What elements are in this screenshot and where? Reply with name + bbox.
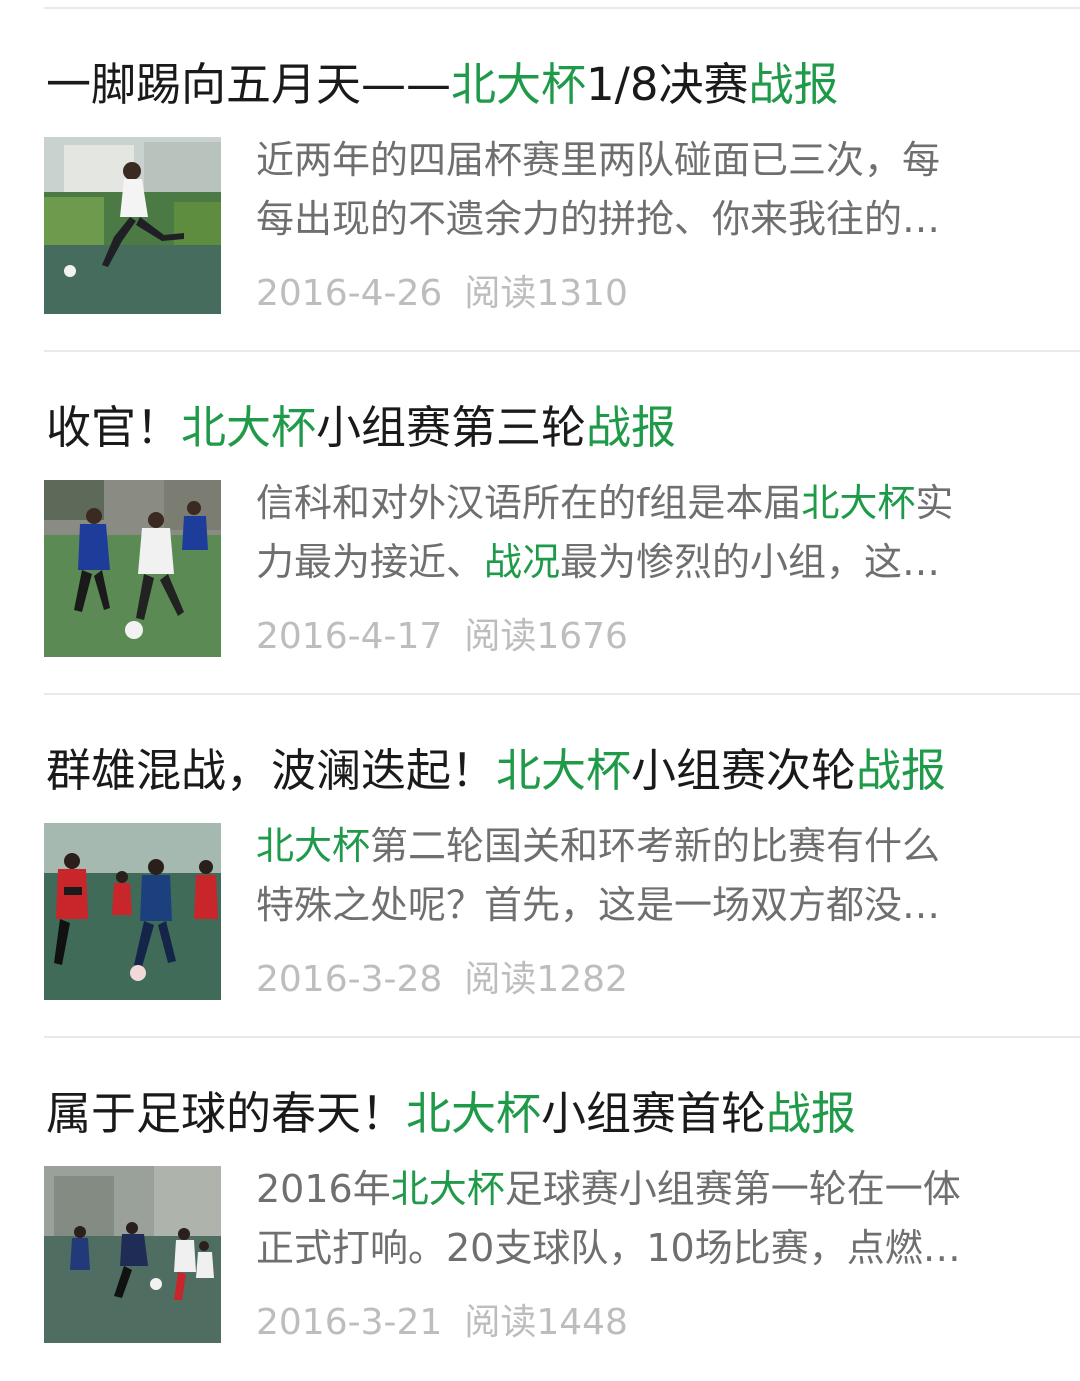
title-keyword: 战报 — [586, 401, 677, 454]
summary-text: 实 — [915, 481, 954, 525]
soccer-photo-icon — [44, 137, 221, 314]
summary-keyword: 战况 — [484, 540, 561, 584]
article-summary: 2016年北大杯足球赛小组赛第一轮在一体 正式打响。20支球队，10场比赛，点燃… — [256, 1160, 1046, 1278]
article-title[interactable]: 一脚踢向五月天——北大杯1/8决赛战报 — [46, 53, 838, 117]
article-thumbnail[interactable] — [44, 823, 221, 1000]
title-segment: 1/8决赛 — [586, 58, 749, 111]
article-summary: 近两年的四届杯赛里两队碰面已三次，每 每出现的不遗余力的拼抢、你来我往的… — [256, 131, 1046, 249]
article-date: 2016-3-21 — [256, 1302, 443, 1343]
title-segment: 小组赛第三轮 — [316, 401, 587, 454]
summary-text: 力最为接近、 — [256, 540, 485, 584]
summary-text: 2016年 — [256, 1167, 391, 1211]
article-read-count: 阅读1448 — [464, 1302, 628, 1343]
summary-line: 2016年北大杯足球赛小组赛第一轮在一体 — [256, 1160, 1046, 1219]
summary-text: 第二轮国关和环考新的比赛有什么 — [370, 824, 941, 868]
article-meta: 2016-3-28 阅读1282 — [256, 953, 628, 1007]
summary-text: 特殊之处呢？首先，这是一场双方都没… — [256, 883, 941, 927]
article-item[interactable]: 一脚踢向五月天——北大杯1/8决赛战报 近两年的四届杯赛里两队碰面已三次，每 每… — [0, 9, 1080, 352]
summary-line: 北大杯第二轮国关和环考新的比赛有什么 — [256, 817, 1046, 876]
summary-line: 每出现的不遗余力的拼抢、你来我往的… — [256, 190, 1046, 249]
article-thumbnail[interactable] — [44, 480, 221, 657]
article-meta: 2016-4-17 阅读1676 — [256, 610, 628, 664]
title-segment: 属于足球的春天！ — [46, 1087, 407, 1140]
article-title[interactable]: 群雄混战，波澜迭起！北大杯小组赛次轮战报 — [46, 739, 946, 803]
soccer-photo-icon — [44, 480, 221, 657]
summary-text: 信科和对外汉语所在的f组是本届 — [256, 481, 802, 525]
article-meta: 2016-4-26 阅读1310 — [256, 267, 628, 321]
title-keyword: 北大杯 — [496, 744, 632, 797]
article-meta: 2016-3-21 阅读1448 — [256, 1296, 628, 1350]
article-date: 2016-4-17 — [256, 616, 443, 657]
article-title[interactable]: 收官！北大杯小组赛第三轮战报 — [46, 396, 676, 460]
summary-line: 近两年的四届杯赛里两队碰面已三次，每 — [256, 131, 1046, 190]
title-keyword: 战报 — [748, 58, 839, 111]
title-keyword: 战报 — [856, 744, 947, 797]
title-segment: 一脚踢向五月天—— — [46, 58, 452, 111]
summary-line: 正式打响。20支球队，10场比赛，点燃… — [256, 1219, 1046, 1278]
article-thumbnail[interactable] — [44, 1166, 221, 1343]
article-read-count: 阅读1310 — [464, 273, 628, 314]
article-item[interactable]: 群雄混战，波澜迭起！北大杯小组赛次轮战报 北大杯第二轮国关和环考新的比赛有什么 … — [0, 695, 1080, 1038]
article-item[interactable]: 收官！北大杯小组赛第三轮战报 信科和对外汉语所在的f组是本届北大杯实 力最为接近… — [0, 352, 1080, 695]
article-summary: 北大杯第二轮国关和环考新的比赛有什么 特殊之处呢？首先，这是一场双方都没… — [256, 817, 1046, 935]
title-keyword: 北大杯 — [451, 58, 587, 111]
article-thumbnail[interactable] — [44, 137, 221, 314]
article-date: 2016-3-28 — [256, 959, 443, 1000]
article-title[interactable]: 属于足球的春天！北大杯小组赛首轮战报 — [46, 1082, 856, 1146]
article-date: 2016-4-26 — [256, 273, 443, 314]
summary-line: 特殊之处呢？首先，这是一场双方都没… — [256, 876, 1046, 935]
title-segment: 群雄混战，波澜迭起！ — [46, 744, 497, 797]
title-keyword: 北大杯 — [181, 401, 317, 454]
summary-text: 最为惨烈的小组，这… — [560, 540, 941, 584]
summary-keyword: 北大杯 — [801, 481, 916, 525]
summary-line: 力最为接近、战况最为惨烈的小组，这… — [256, 533, 1046, 592]
summary-keyword: 北大杯 — [256, 824, 371, 868]
title-keyword: 战报 — [766, 1087, 857, 1140]
soccer-photo-icon — [44, 1166, 221, 1343]
summary-text: 足球赛小组赛第一轮在一体 — [504, 1167, 961, 1211]
summary-text: 每出现的不遗余力的拼抢、你来我往的… — [256, 197, 941, 241]
article-item[interactable]: 属于足球的春天！北大杯小组赛首轮战报 2016年北大杯足球赛小组赛第一轮在一体 … — [0, 1038, 1080, 1381]
summary-text: 近两年的四届杯赛里两队碰面已三次，每 — [256, 138, 941, 182]
summary-line: 信科和对外汉语所在的f组是本届北大杯实 — [256, 474, 1046, 533]
summary-keyword: 北大杯 — [390, 1167, 505, 1211]
article-summary: 信科和对外汉语所在的f组是本届北大杯实 力最为接近、战况最为惨烈的小组，这… — [256, 474, 1046, 592]
article-read-count: 阅读1676 — [464, 616, 628, 657]
soccer-photo-icon — [44, 823, 221, 1000]
article-read-count: 阅读1282 — [464, 959, 628, 1000]
title-segment: 小组赛首轮 — [541, 1087, 767, 1140]
title-segment: 收官！ — [46, 401, 182, 454]
title-segment: 小组赛次轮 — [631, 744, 857, 797]
title-keyword: 北大杯 — [406, 1087, 542, 1140]
summary-text: 正式打响。20支球队，10场比赛，点燃… — [256, 1226, 961, 1270]
